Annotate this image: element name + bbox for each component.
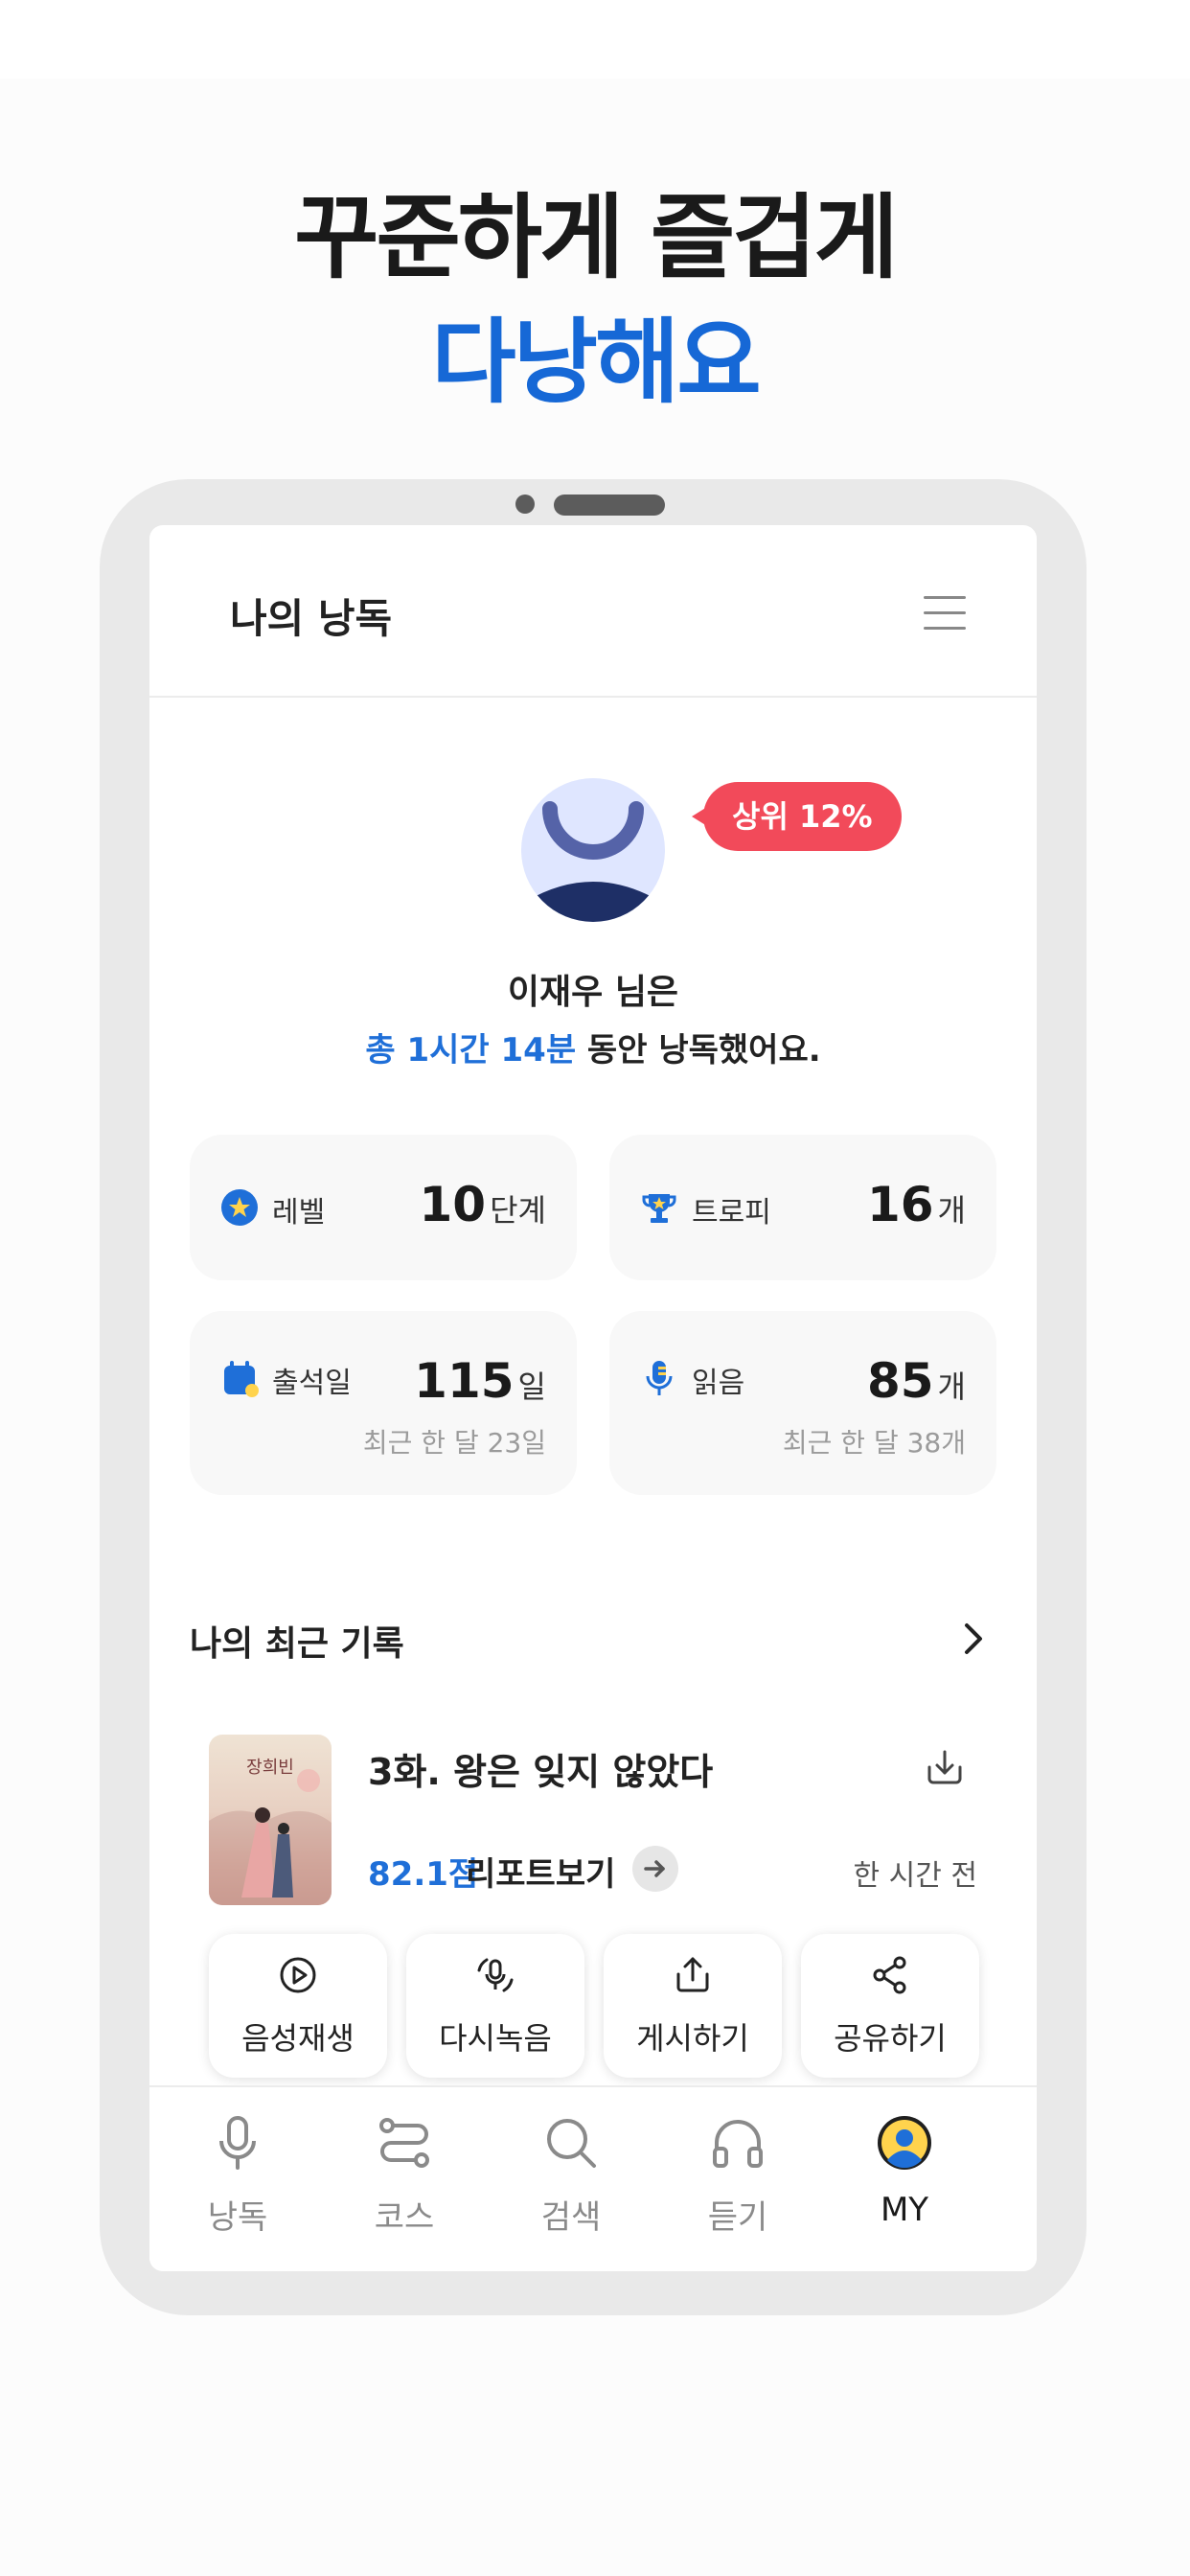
stat-card-attendance[interactable]: 출석일 115 일 최근 한 달 23일 bbox=[190, 1311, 577, 1495]
camera-dot bbox=[515, 494, 535, 514]
course-icon bbox=[379, 2118, 429, 2168]
section-title-recent: 나의 최근 기록 bbox=[190, 1624, 404, 1664]
share-upload-icon bbox=[676, 1957, 709, 1992]
stat-number: 16 bbox=[866, 1177, 934, 1232]
stat-number: 85 bbox=[866, 1353, 934, 1409]
stat-sub: 최근 한 달 38개 bbox=[782, 1427, 966, 1459]
tab-course[interactable]: 코스 bbox=[318, 2087, 491, 2271]
reading-time-rest: 동안 낭독했어요. bbox=[576, 1031, 821, 1070]
stat-unit: 일 bbox=[517, 1368, 546, 1405]
user-name-line: 이재우 님은 bbox=[507, 973, 679, 1012]
book-cover-title: 장희빈 bbox=[246, 1758, 294, 1778]
stat-unit: 개 bbox=[937, 1368, 966, 1405]
profile-icon bbox=[878, 2116, 931, 2170]
stat-label: 레벨 bbox=[272, 1196, 326, 1230]
stat-value: 115 일 bbox=[414, 1353, 546, 1409]
share-button[interactable]: 공유하기 bbox=[801, 1934, 979, 2078]
play-circle-icon bbox=[280, 1957, 316, 1993]
page-title: 나의 낭독 bbox=[230, 595, 393, 642]
headphones-icon bbox=[713, 2120, 763, 2168]
download-icon[interactable] bbox=[924, 1746, 966, 1788]
book-cover[interactable]: 장희빈 bbox=[209, 1735, 332, 1905]
stat-value: 16 개 bbox=[867, 1177, 966, 1232]
promo-headline-line2: 다낭해요 bbox=[431, 309, 761, 416]
search-icon bbox=[547, 2119, 596, 2168]
phone-screen: 나의 낭독 상위 12% 이재우 님은 총 1시간 14분 동안 낭독했어요. … bbox=[149, 525, 1037, 2271]
avatar[interactable] bbox=[521, 778, 665, 922]
action-label: 게시하기 bbox=[636, 2020, 749, 2057]
arrow-right-icon[interactable] bbox=[632, 1846, 678, 1892]
bottom-tab-bar: 낭독 코스 검색 듣기 MY bbox=[149, 2085, 1037, 2271]
tab-listen[interactable]: 듣기 bbox=[652, 2087, 824, 2271]
tab-search[interactable]: 검색 bbox=[485, 2087, 657, 2271]
stat-value: 10 단계 bbox=[420, 1177, 546, 1232]
tab-my[interactable]: MY bbox=[818, 2087, 991, 2271]
reading-time-line: 총 1시간 14분 동안 낭독했어요. bbox=[149, 1024, 1037, 1070]
stat-label: 읽음 bbox=[692, 1367, 745, 1400]
record-time: 한 시간 전 bbox=[853, 1859, 977, 1893]
share-icon bbox=[873, 1956, 906, 1994]
promo-headline-line1: 꾸준하게 즐겁게 bbox=[294, 184, 899, 291]
action-label: 음성재생 bbox=[241, 2020, 355, 2057]
action-label: 다시녹음 bbox=[439, 2020, 552, 2057]
tab-label: MY bbox=[880, 2191, 929, 2229]
top-strip bbox=[0, 0, 1190, 79]
calendar-icon bbox=[224, 1361, 259, 1397]
stat-label: 트로피 bbox=[692, 1196, 771, 1230]
tab-reading[interactable]: 낭독 bbox=[151, 2087, 324, 2271]
app-bar: 나의 낭독 bbox=[149, 525, 1037, 698]
play-audio-button[interactable]: 음성재생 bbox=[209, 1934, 387, 2078]
stat-card-trophy[interactable]: 트로피 16 개 bbox=[609, 1135, 996, 1280]
trophy-icon bbox=[642, 1194, 676, 1223]
phone-frame: 나의 낭독 상위 12% 이재우 님은 총 1시간 14분 동안 낭독했어요. … bbox=[100, 479, 1087, 2315]
reading-time-highlight: 총 1시간 14분 bbox=[365, 1031, 577, 1070]
stat-value: 85 개 bbox=[867, 1353, 966, 1409]
stat-card-reads[interactable]: 읽음 85 개 최근 한 달 38개 bbox=[609, 1311, 996, 1495]
stat-unit: 단계 bbox=[490, 1192, 546, 1229]
re-record-button[interactable]: 다시녹음 bbox=[406, 1934, 584, 2078]
hamburger-menu-icon[interactable] bbox=[924, 594, 966, 632]
speaker-grille bbox=[554, 494, 665, 516]
stat-number: 115 bbox=[414, 1353, 515, 1409]
star-badge-icon bbox=[221, 1189, 258, 1226]
action-label: 공유하기 bbox=[834, 2020, 947, 2057]
profile-avatar-icon bbox=[527, 801, 659, 922]
stat-unit: 개 bbox=[937, 1192, 966, 1229]
report-link[interactable]: 리포트보기 bbox=[466, 1848, 615, 1895]
tab-label: 듣기 bbox=[707, 2198, 768, 2237]
re-record-icon bbox=[477, 1958, 514, 1992]
stat-label: 출석일 bbox=[272, 1367, 352, 1400]
post-button[interactable]: 게시하기 bbox=[604, 1934, 782, 2078]
record-score: 82.1점 bbox=[368, 1855, 479, 1894]
stat-card-level[interactable]: 레벨 10 단계 bbox=[190, 1135, 577, 1280]
tab-label: 낭독 bbox=[207, 2198, 268, 2237]
microphone-icon bbox=[646, 1361, 673, 1395]
stat-number: 10 bbox=[419, 1177, 487, 1232]
rank-badge: 상위 12% bbox=[692, 782, 902, 851]
stat-sub: 최근 한 달 23일 bbox=[362, 1427, 546, 1459]
microphone-icon bbox=[219, 2116, 256, 2170]
record-title[interactable]: 3화. 왕은 잊지 않았다 bbox=[368, 1742, 713, 1795]
arrow-right-glyph bbox=[644, 1860, 665, 1877]
tab-label: 코스 bbox=[374, 2198, 435, 2237]
tab-label: 검색 bbox=[540, 2198, 602, 2237]
chevron-right-icon[interactable] bbox=[954, 1620, 993, 1658]
